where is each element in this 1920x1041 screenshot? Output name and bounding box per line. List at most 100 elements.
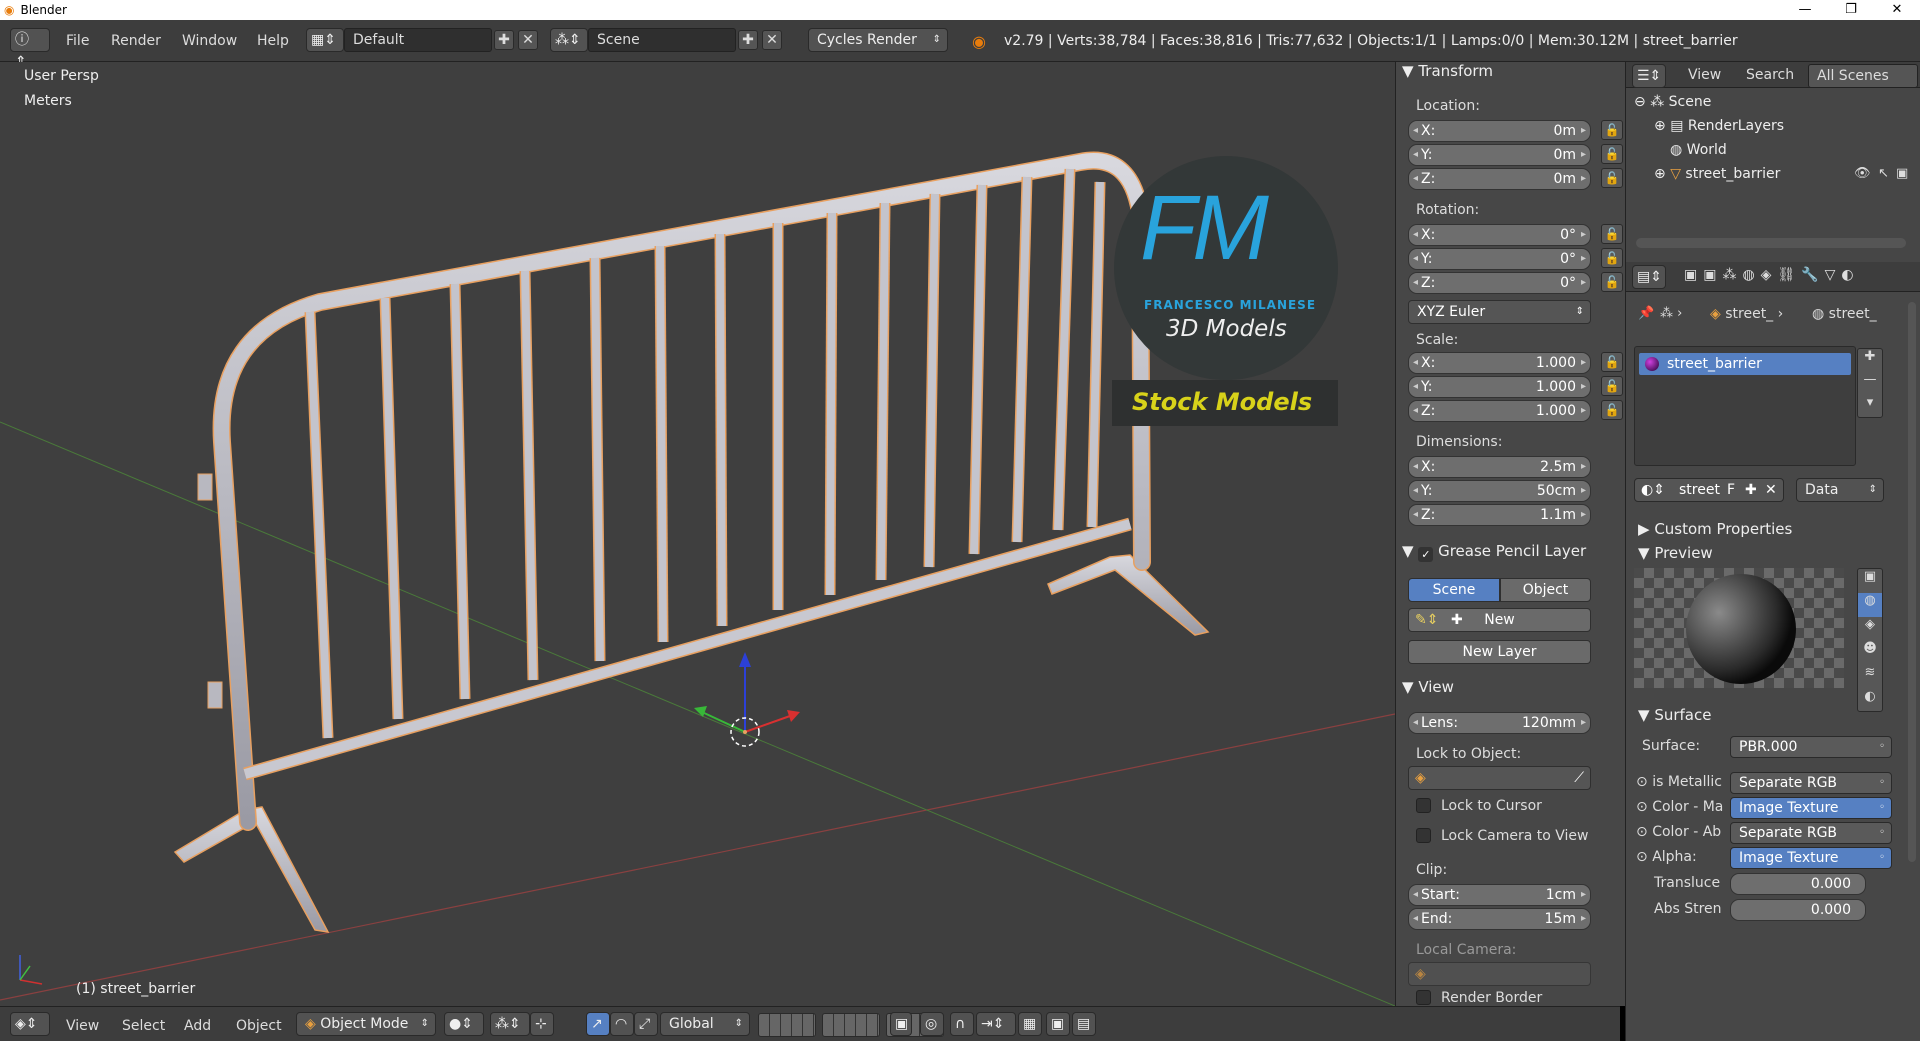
remove-layout-icon[interactable]: ✕ — [518, 30, 538, 50]
menu-file[interactable]: File — [66, 30, 89, 52]
opengl-render-icon[interactable]: ▣ — [1046, 1012, 1070, 1036]
rotation-x-field[interactable]: ◂ X: 0° ▸ — [1408, 224, 1591, 246]
dimensions-y-field[interactable]: ◂ Y: 50cm ▸ — [1408, 480, 1591, 502]
layer-buttons-a[interactable] — [758, 1013, 816, 1037]
mode-select[interactable]: ◈ Object Mode ⇕ — [296, 1012, 436, 1036]
scene-field[interactable]: Scene — [588, 28, 736, 52]
snap-element-select[interactable]: ⇥⇕ — [976, 1012, 1016, 1036]
add-slot-icon[interactable]: ✚ — [1858, 349, 1882, 372]
lock-icon[interactable]: 🔓 — [1601, 352, 1623, 372]
lock-cursor-checkbox[interactable]: Lock to Cursor — [1416, 798, 1542, 814]
manipulator-toggle-icon[interactable]: ⊹ — [530, 1012, 554, 1036]
add-scene-icon[interactable]: ✚ — [738, 30, 758, 50]
grease-pencil-panel-header[interactable]: ▼ ✓ Grease Pencil Layer — [1402, 542, 1586, 562]
new-layer-button[interactable]: New Layer — [1408, 640, 1591, 664]
new-grease-pencil-button[interactable]: ✎⇕ ✚ New — [1408, 608, 1591, 632]
clip-start-field[interactable]: ◂ Start: 1cm ▸ — [1408, 884, 1591, 906]
outliner-view-menu[interactable]: View — [1688, 64, 1721, 86]
editor-type-info-button[interactable]: ⓘ ⇕ — [10, 28, 50, 70]
input-metallic-select[interactable]: Separate RGB ◦ — [1730, 772, 1892, 794]
restore-button[interactable]: ❐ — [1828, 0, 1874, 20]
remove-slot-icon[interactable]: — — [1858, 372, 1882, 395]
properties-context-tabs[interactable]: ▣▣⁂◍◈⛓🔧▽◐ — [1684, 267, 1860, 283]
outliner-filter-select[interactable]: All Scenes — [1808, 64, 1918, 88]
lock-icon[interactable]: 🔓 — [1601, 376, 1623, 396]
close-button[interactable]: ✕ — [1874, 0, 1920, 20]
grease-pencil-checkbox[interactable]: ✓ — [1418, 547, 1434, 562]
properties-editor-icon[interactable]: ▤⇕ — [1632, 265, 1666, 289]
clip-end-field[interactable]: ◂ End: 15m ▸ — [1408, 908, 1591, 930]
lens-field[interactable]: ◂ Lens: 120mm ▸ — [1408, 712, 1591, 734]
preview-cube-icon[interactable]: ◈ — [1858, 617, 1882, 641]
material-slot-item[interactable]: street_barrier — [1639, 353, 1851, 375]
menu-add[interactable]: Add — [184, 1015, 211, 1037]
lock-icon[interactable]: 🔓 — [1601, 168, 1623, 188]
viewport-shading-select[interactable]: ●⇕ — [444, 1012, 484, 1036]
screen-layout-field[interactable]: Default — [344, 28, 492, 52]
material-datablock[interactable]: ◐⇕ street F ✚ ✕ — [1634, 478, 1784, 502]
scale-x-field[interactable]: ◂ X: 1.000 ▸ — [1408, 352, 1591, 374]
menu-select[interactable]: Select — [122, 1015, 165, 1037]
preview-monkey-icon[interactable]: ☻ — [1858, 641, 1882, 665]
outliner-item-world[interactable]: ◍ World — [1670, 142, 1727, 158]
lock-icon[interactable]: 🔓 — [1601, 144, 1623, 164]
render-camera-icon[interactable]: ▣ — [1896, 166, 1908, 181]
custom-properties-header[interactable]: ▶ Custom Properties — [1638, 520, 1792, 538]
slot-menu-icon[interactable]: ▾ — [1858, 395, 1882, 418]
view-panel-header[interactable]: ▼ View — [1402, 678, 1454, 696]
menu-window[interactable]: Window — [182, 30, 237, 52]
properties-scrollbar[interactable] — [1908, 302, 1916, 862]
menu-help[interactable]: Help — [257, 30, 289, 52]
snap-target-icon[interactable]: ▦ — [1018, 1012, 1042, 1036]
outliner-scrollbar[interactable] — [1636, 238, 1906, 248]
render-engine-select[interactable]: Cycles Render ⇕ — [808, 28, 948, 52]
dimensions-z-field[interactable]: ◂ Z: 1.1m ▸ — [1408, 504, 1591, 526]
material-slot-list[interactable]: street_barrier — [1634, 346, 1856, 466]
lock-icon[interactable]: 🔓 — [1601, 120, 1623, 140]
preview-world-icon[interactable]: ◐ — [1858, 689, 1882, 713]
lock-icon[interactable]: 🔓 — [1601, 272, 1623, 292]
location-x-field[interactable]: ◂ X: 0m ▸ — [1408, 120, 1591, 142]
add-layout-icon[interactable]: ✚ — [494, 30, 514, 50]
preview-hair-icon[interactable]: ≋ — [1858, 665, 1882, 689]
translate-manipulator-icon[interactable]: ↗ — [586, 1012, 610, 1036]
lock-icon[interactable]: 🔓 — [1601, 224, 1623, 244]
transform-orientation-select[interactable]: Global ⇕ — [660, 1012, 750, 1036]
tab-scene[interactable]: Scene — [1408, 578, 1500, 602]
visibility-eye-icon[interactable]: 👁 — [1854, 166, 1871, 181]
editor-type-3d-icon[interactable]: ◈⇕ — [10, 1012, 50, 1036]
dimensions-x-field[interactable]: ◂ X: 2.5m ▸ — [1408, 456, 1591, 478]
outliner-item-street-barrier[interactable]: ⊕ ▽ street_barrier — [1654, 166, 1780, 182]
input-color-ma-select[interactable]: Image Texture ◦ — [1730, 797, 1892, 819]
rotation-z-field[interactable]: ◂ Z: 0° ▸ — [1408, 272, 1591, 294]
scale-manipulator-icon[interactable]: ⤢ — [634, 1012, 658, 1036]
surface-panel-header[interactable]: ▼ Surface — [1638, 706, 1711, 724]
snap-magnet-icon[interactable]: ∩ — [950, 1012, 974, 1036]
transluce-field[interactable]: 0.000 — [1730, 873, 1866, 895]
outliner-search-menu[interactable]: Search — [1746, 64, 1794, 86]
menu-object[interactable]: Object — [236, 1015, 282, 1037]
lock-layers-icon[interactable]: ▣ — [890, 1012, 912, 1036]
local-camera-field[interactable]: ◈ — [1408, 962, 1591, 986]
preview-header[interactable]: ▼ Preview — [1638, 544, 1713, 562]
rotation-mode-select[interactable]: XYZ Euler ⇕ — [1408, 300, 1591, 324]
preview-sphere-icon[interactable]: ◍ — [1858, 593, 1882, 617]
location-z-field[interactable]: ◂ Z: 0m ▸ — [1408, 168, 1591, 190]
scene-icon[interactable]: ⁂⇕ — [550, 28, 588, 52]
tab-object[interactable]: Object — [1500, 578, 1591, 602]
rotation-y-field[interactable]: ◂ Y: 0° ▸ — [1408, 248, 1591, 270]
outliner-editor-icon[interactable]: ☰⇕ — [1632, 64, 1666, 88]
preview-flat-icon[interactable]: ▣ — [1858, 569, 1882, 593]
layer-buttons-b[interactable] — [822, 1013, 880, 1037]
scale-z-field[interactable]: ◂ Z: 1.000 ▸ — [1408, 400, 1591, 422]
render-border-checkbox[interactable]: Render Border — [1416, 990, 1542, 1006]
surface-shader-select[interactable]: PBR.000 ◦ — [1730, 736, 1892, 758]
input-alpha-select[interactable]: Image Texture ◦ — [1730, 847, 1892, 869]
transform-panel-header[interactable]: ▼ Transform — [1402, 62, 1493, 80]
opengl-anim-icon[interactable]: ▤ — [1072, 1012, 1096, 1036]
pin-icon[interactable]: 📌 — [1638, 306, 1654, 321]
absstren-field[interactable]: 0.000 — [1730, 899, 1866, 921]
select-arrow-icon[interactable]: ↖ — [1878, 166, 1889, 181]
3d-viewport[interactable]: User Persp Meters (1) street_barrier FM … — [0, 62, 1395, 1006]
minimize-button[interactable]: — — [1782, 0, 1828, 20]
